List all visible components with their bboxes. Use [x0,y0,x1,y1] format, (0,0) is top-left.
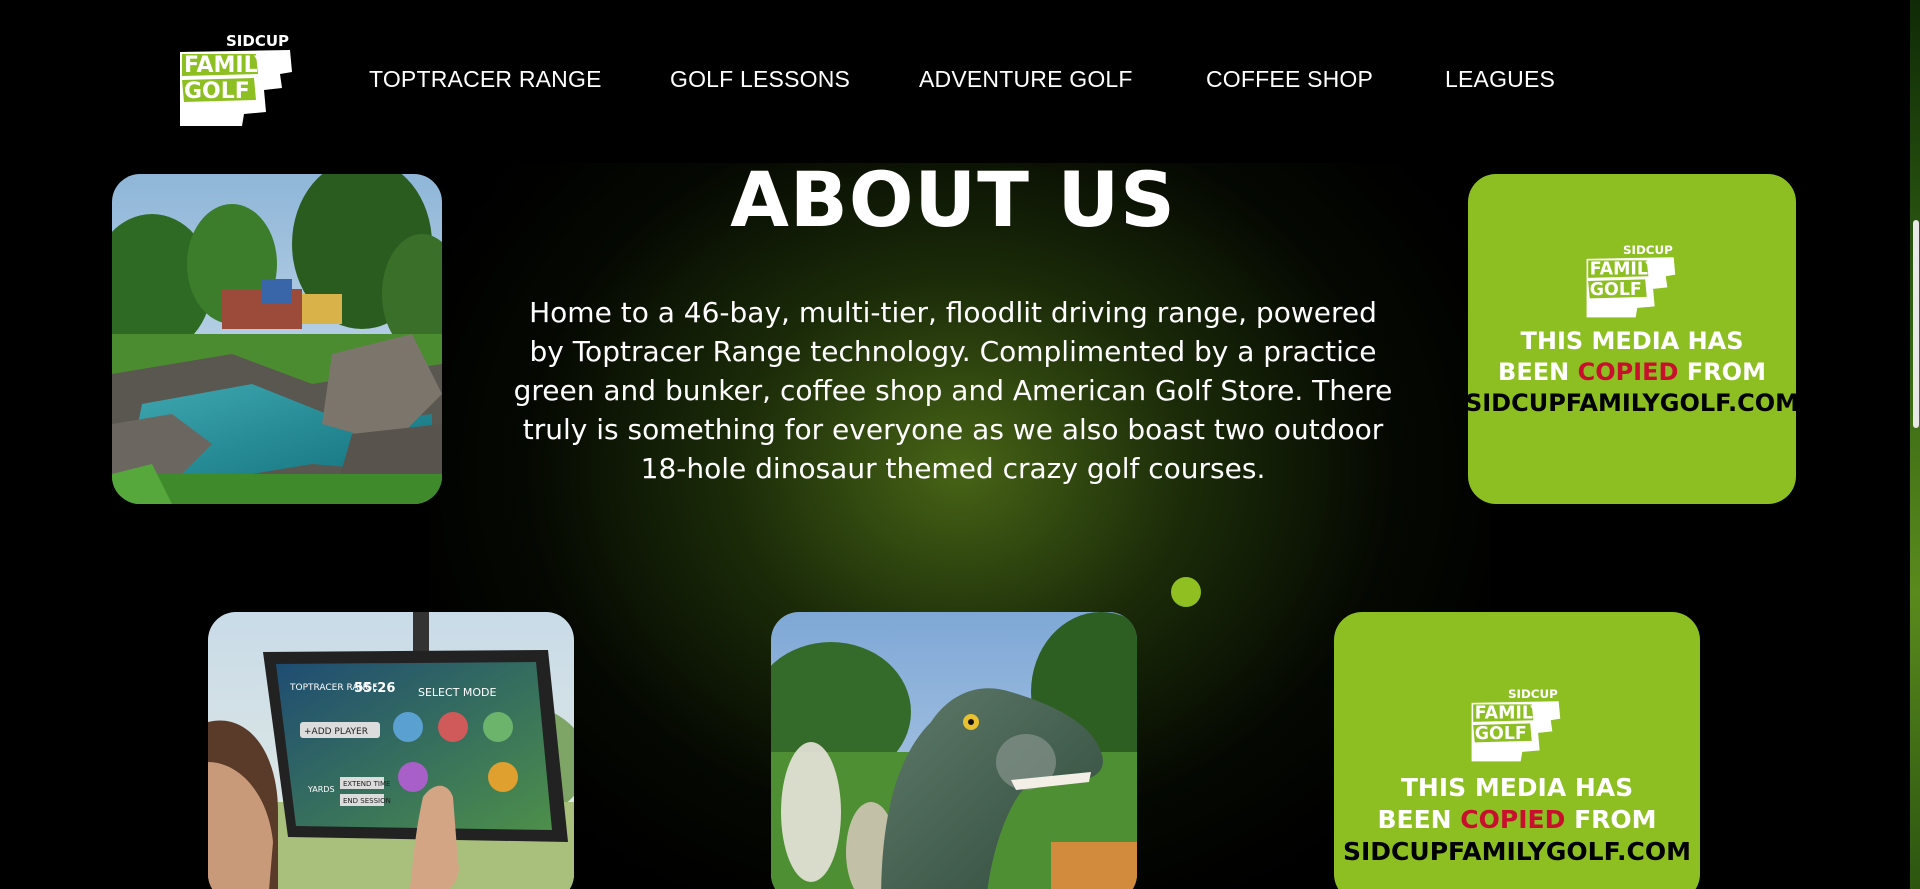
logo-line1: FAMILY [184,53,271,78]
page-scrollbar[interactable] [1910,0,1920,889]
toptracer-add-player: +ADD PLAYER [304,727,368,737]
media-copied-notice-bottom: THIS MEDIA HAS BEEN COPIED FROM SIDCUPFA… [1343,773,1691,866]
logo-top-text: SIDCUP [226,34,289,50]
media-copied-card-top: SIDCUP FAMILY GOLF THIS MEDIA HAS BEEN C… [1468,174,1796,504]
logo-graphic: SIDCUP FAMILY GOLF [180,32,292,126]
page: SIDCUP FAMILY GOLF TOPTRACER RANGE GOLF … [0,0,1920,889]
toptracer-screen-photo: TOPTRACER RANGE 55:26 SELECT MODE +ADD P… [208,612,574,889]
dinosaur-photo [771,612,1137,889]
svg-text:EXTEND TIME: EXTEND TIME [343,780,390,788]
about-description: Home to a 46-bay, multi-tier, floodlit d… [513,296,1393,485]
toptracer-mode: SELECT MODE [418,686,497,699]
media-copied-notice: THIS MEDIA HAS BEEN COPIED FROM SIDCUPFA… [1468,327,1796,417]
media-card-logo: SIDCUP FAMILY GOLF [1586,244,1675,318]
svg-text:GOLF: GOLF [1474,724,1526,744]
nav-item-coffee-shop[interactable]: COFFEE SHOP [1206,66,1373,93]
nav-item-golf-lessons[interactable]: GOLF LESSONS [670,66,850,93]
about-title: ABOUT US [730,155,1176,244]
svg-text:FAMILY: FAMILY [1474,704,1543,724]
svg-text:END SESSION: END SESSION [343,797,391,805]
scrollbar-thumb[interactable] [1913,220,1919,428]
svg-text:SIDCUP: SIDCUP [1623,244,1673,257]
nav-item-adventure-golf[interactable]: ADVENTURE GOLF [919,66,1133,93]
adventure-golf-photo [112,174,442,504]
nav-item-leagues[interactable]: LEAGUES [1445,66,1555,93]
site-logo[interactable]: SIDCUP FAMILY GOLF [178,32,298,126]
carousel-dot-active[interactable] [1171,577,1201,607]
media-card-logo-bottom: SIDCUP FAMILY GOLF [1471,688,1560,762]
site-header: SIDCUP FAMILY GOLF TOPTRACER RANGE GOLF … [0,0,1920,163]
svg-text:GOLF: GOLF [1589,280,1641,300]
nav-item-toptracer-range[interactable]: TOPTRACER RANGE [369,66,602,93]
toptracer-yards: YARDS [307,785,335,794]
svg-text:FAMILY: FAMILY [1589,260,1658,280]
logo-line2: GOLF [184,79,250,104]
media-copied-card-bottom: SIDCUP FAMILY GOLF THIS MEDIA HAS BEEN C… [1334,612,1700,889]
toptracer-time: 55:26 [354,681,395,696]
svg-text:SIDCUP: SIDCUP [1508,688,1558,701]
